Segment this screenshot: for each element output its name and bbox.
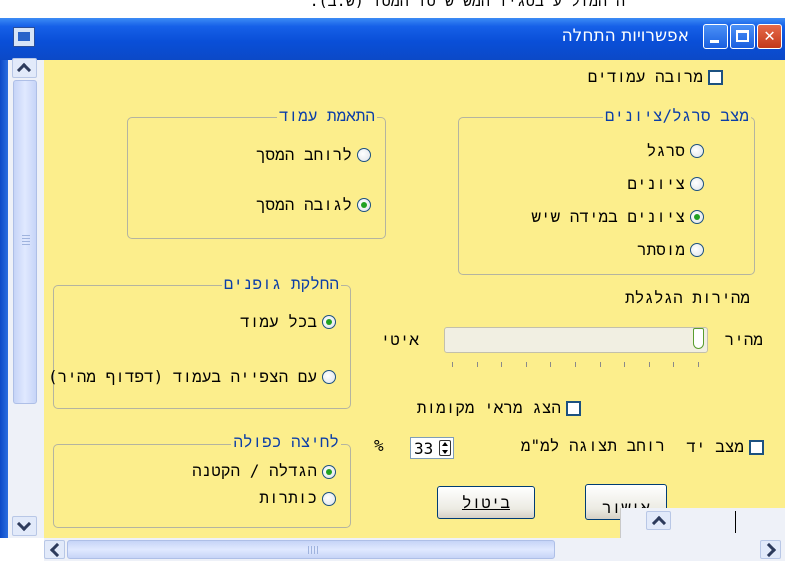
window-title: אפשרויות התחלה xyxy=(561,26,689,46)
ruler-option-label: סרגל xyxy=(646,141,685,160)
cancel-button-label: ביטול xyxy=(461,493,510,512)
hand-mode-checkbox[interactable] xyxy=(749,440,764,455)
horizontal-scroll-thumb[interactable] xyxy=(67,540,555,559)
marks-if-available-radio[interactable] xyxy=(690,210,704,224)
window-icon[interactable] xyxy=(13,27,35,47)
multi-columns-label: מרובה עמודים xyxy=(587,67,703,86)
spinner-arrows-icon[interactable] xyxy=(439,440,451,456)
overlay-scrollbar[interactable] xyxy=(620,508,785,538)
chevron-right-icon xyxy=(761,542,777,558)
fit-width-label: לרוחב המסך xyxy=(255,145,352,164)
marks-radio[interactable] xyxy=(690,177,704,191)
when-viewing-label: עם הצפייה בעמוד (דפדוף מהיר) xyxy=(47,367,317,386)
scroll-up-button[interactable] xyxy=(12,58,37,78)
slider-tick xyxy=(673,362,675,367)
scroll-speed-fast-label: מהיר xyxy=(724,330,763,349)
headings-label: כותרות xyxy=(259,488,317,507)
chevron-down-icon xyxy=(16,516,32,532)
slider-tick xyxy=(452,362,453,367)
scroll-speed-slow-label: איטי xyxy=(380,330,419,349)
slider-tick xyxy=(476,362,478,367)
scroll-down-button[interactable] xyxy=(12,516,37,536)
percent-sign: % xyxy=(374,436,384,455)
cancel-button[interactable]: ביטול xyxy=(437,486,535,519)
show-local-refs-checkbox[interactable] xyxy=(566,401,581,416)
slider-tick xyxy=(575,362,576,367)
hidden-radio[interactable] xyxy=(690,243,704,257)
hidden-option-label: מוסתר xyxy=(636,240,685,259)
show-local-refs-label: הצג מראי מקומות xyxy=(416,398,561,417)
window-frame-left xyxy=(0,60,8,538)
slider-tick xyxy=(525,362,527,367)
font-smoothing-group xyxy=(53,285,351,409)
scroll-left-button[interactable] xyxy=(44,540,65,559)
zoom-label: הגדלה / הקטנה xyxy=(192,461,317,480)
overlay-scroll-up-button[interactable] xyxy=(646,511,671,531)
maximize-button[interactable] xyxy=(730,24,755,49)
double-click-group xyxy=(53,444,351,528)
vertical-scroll-thumb[interactable] xyxy=(13,80,37,404)
scroll-speed-slider-thumb[interactable] xyxy=(693,328,704,349)
multi-columns-checkbox[interactable] xyxy=(708,70,723,85)
close-button[interactable]: ✕ xyxy=(757,24,782,49)
ruler-radio[interactable] xyxy=(690,144,704,158)
slider-tick xyxy=(624,362,626,367)
display-width-spinner[interactable]: 33 xyxy=(410,437,454,459)
chevron-up-icon xyxy=(16,62,32,78)
every-page-label: בכל עמוד xyxy=(240,312,317,331)
slider-tick xyxy=(599,362,601,367)
ruler-mode-group xyxy=(458,117,755,275)
marks-if-available-label: ציונים במידה שיש xyxy=(531,207,685,226)
zoom-radio[interactable] xyxy=(322,465,336,479)
font-smoothing-legend: החלקת גופנים xyxy=(221,274,341,294)
display-width-value[interactable]: 33 xyxy=(414,439,433,458)
column-fit-legend: התאמת עמוד xyxy=(276,106,377,126)
display-width-label: רוחב תצוגה למ"מ xyxy=(520,436,665,455)
scroll-speed-label: מהירות הגלגלת xyxy=(625,288,750,307)
column-fit-group xyxy=(127,117,386,239)
minimize-button[interactable] xyxy=(703,24,728,49)
slider-tick xyxy=(648,362,650,367)
ruler-mode-legend: מצב סרגל/ציונים xyxy=(602,106,751,126)
fit-height-radio[interactable] xyxy=(357,198,371,212)
when-viewing-radio[interactable] xyxy=(322,370,336,384)
clipped-text: ה המול ע בסגיו המש ש סו המסו (ש.ב). xyxy=(309,0,625,10)
slider-tick xyxy=(501,362,503,367)
chevron-up-icon xyxy=(651,515,667,531)
fit-height-label: לגובה המסך xyxy=(255,195,352,214)
slider-tick xyxy=(550,362,552,367)
headings-radio[interactable] xyxy=(322,492,336,506)
slider-tick xyxy=(698,362,699,367)
chevron-left-icon xyxy=(49,542,65,558)
clipped-top-strip: ה המול ע בסגיו המש ש סו המסו (ש.ב). xyxy=(0,0,785,18)
scroll-speed-slider[interactable] xyxy=(444,327,708,353)
text-cursor xyxy=(735,511,736,533)
scroll-right-button[interactable] xyxy=(760,540,781,559)
double-click-legend: לחיצה כפולה xyxy=(231,432,341,452)
hand-mode-label: מצב יד xyxy=(686,437,744,456)
every-page-radio[interactable] xyxy=(322,315,336,329)
marks-option-label: ציונים xyxy=(627,174,685,193)
fit-width-radio[interactable] xyxy=(357,148,371,162)
